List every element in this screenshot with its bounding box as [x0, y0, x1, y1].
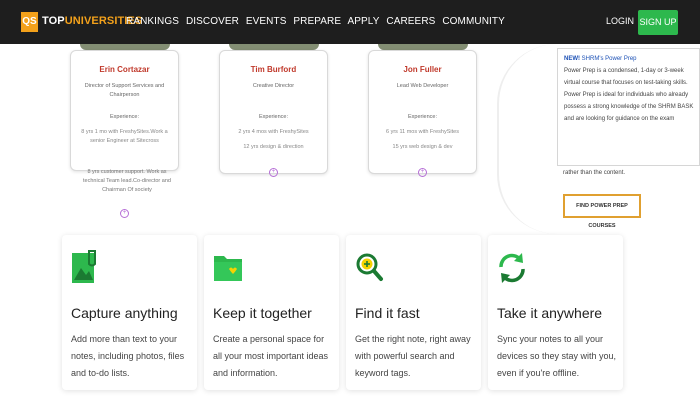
team-name: Tim Burford [250, 65, 297, 74]
experience-heading: Experience: [109, 114, 140, 120]
promo-new-label: NEW! [564, 56, 580, 62]
logo-prefix: TOP [42, 15, 65, 27]
nav-events[interactable]: EVENTS [246, 16, 287, 27]
experience-line: 8 yrs 1 mo with FreshySites.Work a senio… [81, 129, 168, 144]
sync-icon [499, 253, 525, 283]
nav-community[interactable]: COMMUNITY [442, 16, 505, 27]
feature-desc: Create a personal space for all your mos… [213, 334, 329, 378]
experience-heading: Experience: [258, 114, 289, 120]
feature-desc: Get the right note, right away with powe… [355, 334, 471, 378]
feature-card-take: Take it anywhere Sync your notes to all … [488, 235, 623, 390]
top-navbar: QS TOPUNIVERSITIES RANKINGS DISCOVER EVE… [0, 0, 700, 44]
experience-line: 2 yrs 4 mos with FreshySites [238, 129, 309, 135]
nav-discover[interactable]: DISCOVER [186, 16, 239, 27]
team-role: Creative Director [252, 83, 295, 89]
feature-card-find: Find it fast Get the right note, right a… [346, 235, 481, 390]
promo-body-tail: rather than the content. [563, 170, 626, 176]
feature-title: Capture anything [71, 305, 178, 321]
nav-prepare[interactable]: PREPARE [293, 16, 341, 27]
team-card-overflow-text: 8 yrs customer support. Work as technica… [83, 169, 171, 193]
feature-desc: Add more than text to your notes, includ… [71, 334, 185, 378]
feature-title: Find it fast [355, 305, 420, 321]
feature-card-capture: Capture anything Add more than text to y… [62, 235, 197, 390]
power-prep-promo: NEW! SHRM's Power Prep Power Prep is a c… [557, 48, 700, 166]
experience-line: 12 yrs design & direction [243, 144, 304, 150]
feature-title: Take it anywhere [497, 305, 603, 321]
nav-apply[interactable]: APPLY [347, 16, 379, 27]
experience-heading: Experience: [407, 114, 438, 120]
search-plus-icon [356, 253, 383, 281]
nav-rankings[interactable]: RANKINGS [126, 16, 179, 27]
team-name: Erin Cortazar [99, 65, 150, 74]
feature-title: Keep it together [213, 305, 312, 321]
find-power-prep-button[interactable]: FIND POWER PREP COURSES [563, 194, 641, 229]
main-nav: RANKINGS DISCOVER EVENTS PREPARE APPLY C… [126, 16, 509, 27]
team-card-tim: Tim Burford Creative Director Experience… [219, 50, 328, 174]
promo-body: Power Prep is a condensed, 1-day or 3-we… [564, 68, 694, 122]
team-card-erin: Erin Cortazar Director of Support Servic… [70, 50, 179, 171]
signup-button[interactable]: SIGN UP [638, 10, 678, 35]
nav-careers[interactable]: CAREERS [386, 16, 435, 27]
feature-desc: Sync your notes to all your devices so t… [497, 334, 617, 378]
promo-title[interactable]: SHRM's Power Prep [582, 56, 637, 62]
logo-badge[interactable]: QS [21, 12, 38, 32]
team-name: Jon Fuller [403, 65, 442, 74]
login-link[interactable]: LOGIN [606, 16, 634, 26]
team-role: Lead Web Developer [396, 83, 449, 89]
plus-circle-icon[interactable]: + [418, 168, 427, 177]
folder-heart-icon [214, 256, 242, 281]
plus-circle-icon[interactable]: + [269, 168, 278, 177]
experience-line: 6 yrs 11 mos with FreshySites [386, 129, 459, 135]
team-card-jon: Jon Fuller Lead Web Developer Experience… [368, 50, 477, 174]
team-role: Director of Support Services and Chairpe… [84, 83, 165, 98]
experience-line: 15 yrs web design & dev [392, 144, 453, 150]
feature-card-keep: Keep it together Create a personal space… [204, 235, 339, 390]
photo-clip-icon [72, 250, 96, 283]
plus-circle-icon[interactable]: + [120, 209, 129, 218]
